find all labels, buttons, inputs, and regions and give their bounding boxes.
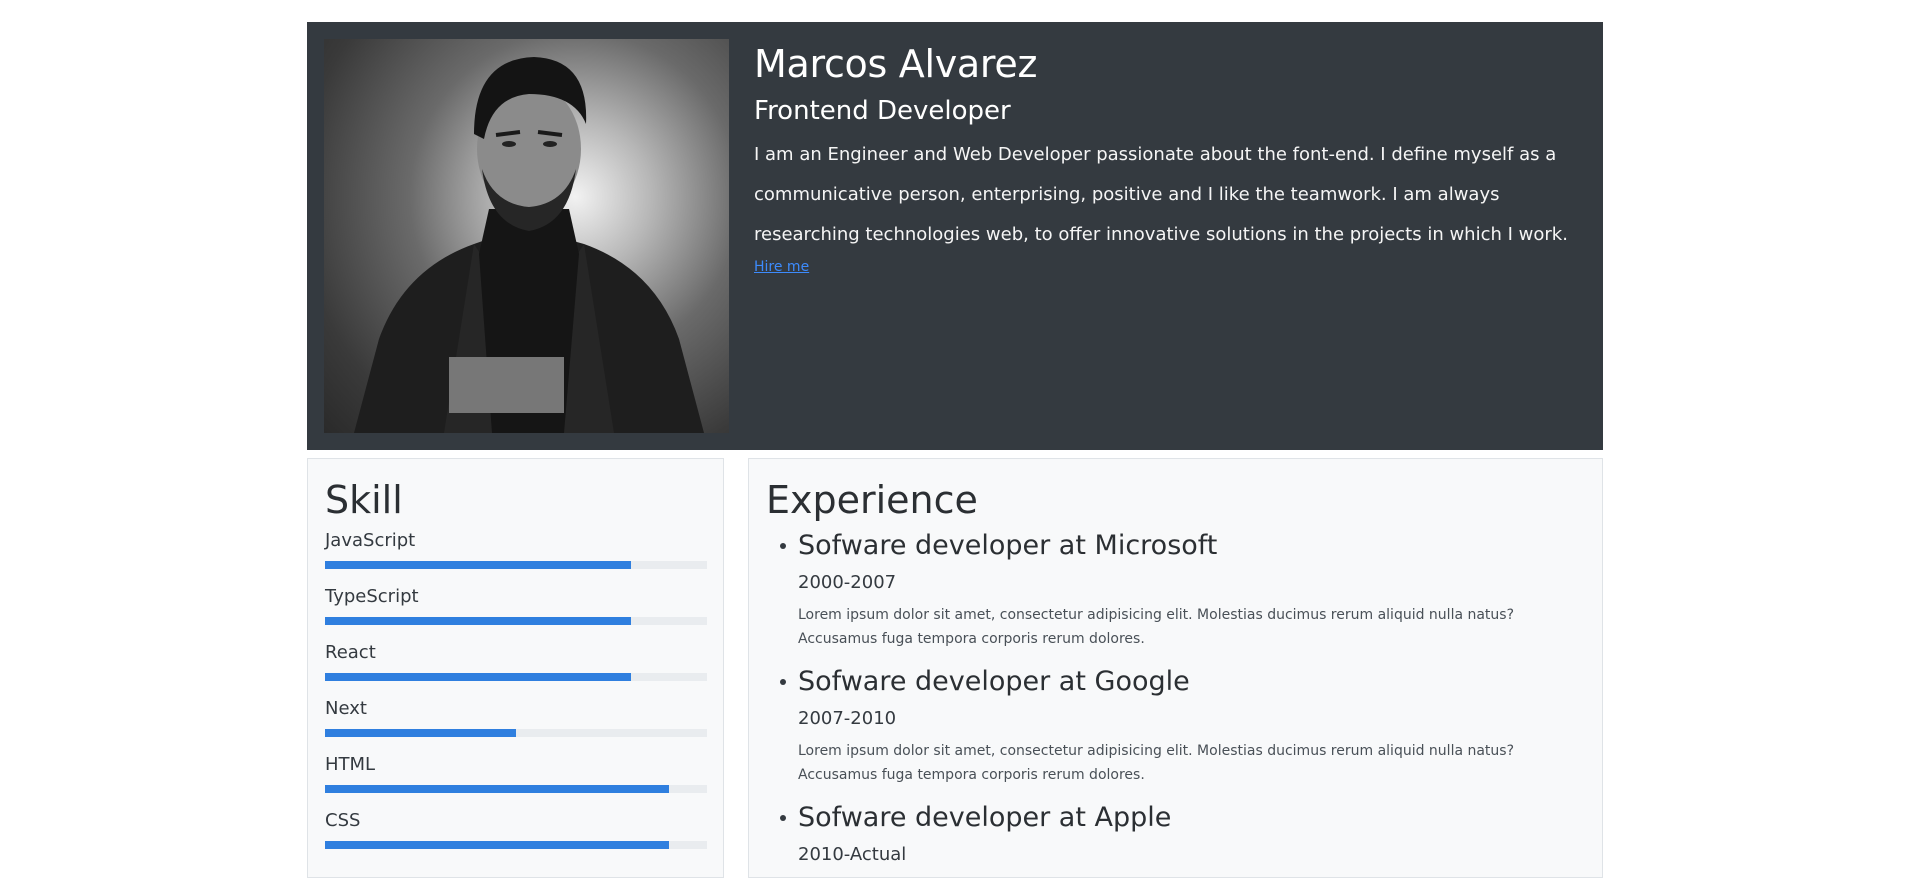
- experience-description: Lorem ipsum dolor sit amet, consectetur …: [798, 743, 1515, 783]
- experience-item: Sofware developer at Microsoft 2000-2007 L…: [780, 529, 1585, 651]
- profile-role: Frontend Developer: [754, 96, 1011, 126]
- content-row: Skill JavaScript TypeScript React Next HTML C…: [307, 458, 1603, 878]
- skill-progress-fill: [325, 785, 669, 793]
- profile-header: Marcos Alvarez Frontend Developer I am a…: [307, 22, 1603, 450]
- profile-bio: I am an Engineer and Web Developer passi…: [754, 144, 1568, 245]
- skill-label: Next: [325, 698, 367, 719]
- skill-progress-fill: [325, 617, 631, 625]
- experience-list: Sofware developer at Microsoft 2000-2007 L…: [766, 529, 1585, 867]
- experience-years: 2007-2010: [798, 708, 897, 729]
- bullet-icon: [780, 679, 786, 685]
- skills-title: Skill: [325, 478, 403, 522]
- skill-label: JavaScript: [325, 530, 416, 551]
- skill-progress-bar: [325, 561, 707, 569]
- skill-item: JavaScript: [325, 529, 707, 575]
- skill-label: CSS: [325, 810, 361, 831]
- skills-card: Skill JavaScript TypeScript React Next HTML C…: [307, 458, 724, 878]
- portrait-illustration: [354, 57, 704, 433]
- skill-item: Next: [325, 697, 707, 743]
- skill-progress-bar: [325, 785, 707, 793]
- skill-progress-bar: [325, 729, 707, 737]
- skill-item: React: [325, 641, 707, 687]
- experience-title-text: Sofware developer at Google: [798, 666, 1190, 697]
- experience-card: Experience Sofware developer at Microsof…: [748, 458, 1603, 878]
- skill-item: TypeScript: [325, 585, 707, 631]
- skill-progress-bar: [325, 617, 707, 625]
- skill-progress-fill: [325, 561, 631, 569]
- hire-me-link[interactable]: Hire me: [754, 259, 809, 275]
- skill-item: CSS: [325, 809, 707, 855]
- resume-page: Marcos Alvarez Frontend Developer I am a…: [307, 22, 1603, 878]
- experience-title-text: Sofware developer at Microsoft: [798, 530, 1218, 561]
- skill-progress-bar: [325, 841, 707, 849]
- bullet-icon: [780, 815, 786, 821]
- experience-title-text: Sofware developer at Apple: [798, 802, 1172, 833]
- skill-progress-fill: [325, 841, 669, 849]
- skill-label: React: [325, 642, 376, 663]
- bullet-icon: [780, 543, 786, 549]
- profile-name: Marcos Alvarez: [754, 42, 1038, 86]
- experience-description: Lorem ipsum dolor sit amet, consectetur …: [798, 607, 1515, 647]
- skill-label: TypeScript: [325, 586, 419, 607]
- profile-photo: [324, 39, 729, 433]
- skill-progress-fill: [325, 673, 631, 681]
- profile-intro: Marcos Alvarez Frontend Developer I am a…: [754, 39, 1586, 433]
- experience-years: 2010-Actual: [798, 844, 907, 865]
- skill-label: HTML: [325, 754, 376, 775]
- experience-years: 2000-2007: [798, 572, 897, 593]
- skill-progress-fill: [325, 729, 516, 737]
- skill-list: JavaScript TypeScript React Next HTML CSS: [325, 529, 707, 855]
- skill-item: HTML: [325, 753, 707, 799]
- experience-title: Experience: [766, 478, 978, 522]
- experience-item: Sofware developer at Apple 2010-Actual: [780, 801, 1585, 867]
- skill-progress-bar: [325, 673, 707, 681]
- experience-item: Sofware developer at Google 2007-2010 Lore…: [780, 665, 1585, 787]
